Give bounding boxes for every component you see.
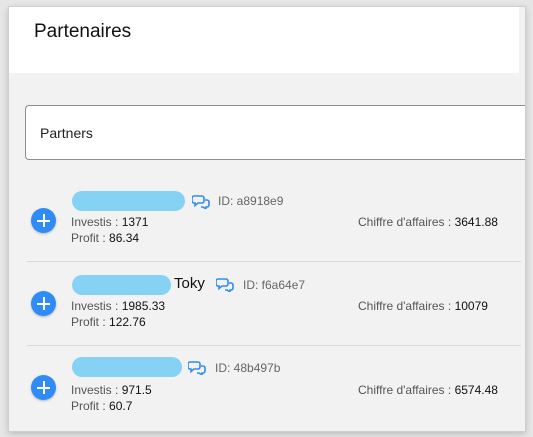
turnover-label: Chiffre d'affaires : xyxy=(358,383,452,397)
partners-search-field[interactable]: Partners xyxy=(25,105,525,160)
invested-value: 971.5 xyxy=(121,383,152,397)
invested-line: Investis : 1371 xyxy=(71,215,148,229)
add-partner-icon[interactable] xyxy=(31,291,56,316)
turnover-label: Chiffre d'affaires : xyxy=(358,299,452,313)
turnover-line: Chiffre d'affaires : 3641.88 xyxy=(358,215,498,229)
profit-value: 60.7 xyxy=(109,399,133,413)
partner-name: Toky xyxy=(174,275,205,292)
invested-label: Investis : xyxy=(71,299,119,313)
profit-label: Profit : xyxy=(71,315,106,329)
page-title: Partenaires xyxy=(34,21,132,42)
app-frame: Partenaires Partners ID: a8918e9 Investi… xyxy=(8,6,526,432)
invested-line: Investis : 1985.33 xyxy=(71,299,165,313)
redacted-name xyxy=(72,275,171,295)
profit-line: Profit : 122.76 xyxy=(71,315,146,329)
profit-value: 86.34 xyxy=(109,231,140,245)
chat-icon[interactable] xyxy=(216,278,234,292)
add-partner-icon[interactable] xyxy=(31,208,56,233)
partner-id: ID: a8918e9 xyxy=(218,194,284,208)
partner-id: ID: f6a64e7 xyxy=(243,278,306,292)
partner-row: Toky ID: f6a64e7 Investis : 1985.33 Prof… xyxy=(25,267,519,349)
row-divider xyxy=(27,261,521,262)
row-divider xyxy=(27,345,521,346)
turnover-value: 6574.48 xyxy=(454,383,498,397)
redacted-name xyxy=(72,191,185,211)
invested-value: 1985.33 xyxy=(121,299,166,313)
search-value: Partners xyxy=(40,125,93,141)
invested-line: Investis : 971.5 xyxy=(71,383,152,397)
turnover-value: 10079 xyxy=(454,299,488,313)
chat-icon[interactable] xyxy=(188,361,206,375)
redacted-name xyxy=(72,357,182,377)
turnover-line: Chiffre d'affaires : 6574.48 xyxy=(358,383,498,397)
add-partner-icon[interactable] xyxy=(31,375,56,400)
partner-id: ID: 48b497b xyxy=(215,361,281,375)
page-header: Partenaires xyxy=(9,7,519,73)
partner-row: ID: a8918e9 Investis : 1371 Profit : 86.… xyxy=(25,183,519,265)
invested-value: 1371 xyxy=(121,215,149,229)
profit-label: Profit : xyxy=(71,231,106,245)
profit-value: 122.76 xyxy=(109,315,146,329)
turnover-value: 3641.88 xyxy=(454,215,498,229)
profit-line: Profit : 60.7 xyxy=(71,399,132,413)
profit-line: Profit : 86.34 xyxy=(71,231,139,245)
turnover-line: Chiffre d'affaires : 10079 xyxy=(358,299,488,313)
invested-label: Investis : xyxy=(71,383,119,397)
invested-label: Investis : xyxy=(71,215,119,229)
turnover-label: Chiffre d'affaires : xyxy=(358,215,452,229)
partner-row: ID: 48b497b Investis : 971.5 Profit : 60… xyxy=(25,351,519,431)
profit-label: Profit : xyxy=(71,399,106,413)
chat-icon[interactable] xyxy=(192,195,210,209)
